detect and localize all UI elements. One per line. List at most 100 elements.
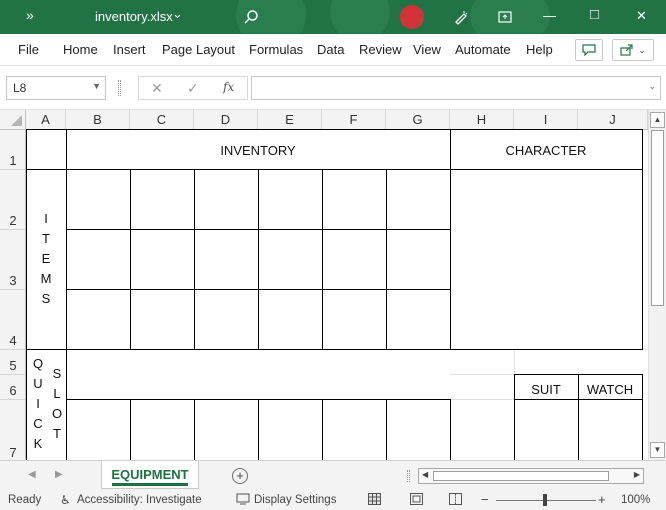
menu-insert[interactable]: Insert (113, 42, 146, 57)
vertical-scroll-thumb[interactable] (651, 130, 664, 306)
add-sheet-button[interactable]: + (232, 468, 248, 484)
name-box-value: L8 (13, 81, 27, 95)
menu-automate[interactable]: Automate (455, 42, 511, 57)
column-header-c[interactable]: C (130, 110, 194, 130)
column-header-j[interactable]: J (578, 110, 648, 130)
name-box-dropdown-icon[interactable]: ▼ (92, 81, 101, 91)
row-header-1[interactable]: 1 (0, 130, 26, 170)
formula-input[interactable]: ⌄ (251, 76, 661, 100)
file-name[interactable]: inventory.xlsx (95, 9, 173, 24)
column-header-b[interactable]: B (66, 110, 130, 130)
page-break-view-icon[interactable] (449, 493, 462, 508)
column-header-e[interactable]: E (258, 110, 322, 130)
row-header-5[interactable]: 5 (0, 350, 26, 375)
worksheet-grid[interactable]: A B C D E F G H I J 1 2 3 4 5 6 7 INVENT… (0, 110, 648, 460)
restore-ribbon-icon[interactable] (494, 6, 516, 28)
resize-handle[interactable] (118, 80, 121, 96)
cell-border (130, 169, 131, 350)
zoom-out-button[interactable]: − (481, 492, 489, 507)
row-header-6[interactable]: 6 (0, 375, 26, 400)
enter-icon[interactable]: ✓ (187, 80, 199, 97)
accessibility-icon: ♿ (60, 493, 71, 507)
menu-review[interactable]: Review (359, 42, 402, 57)
suit-label: SUIT (531, 382, 561, 397)
title-bar: » inventory.xlsx ⌄ — □ ✕ (0, 0, 666, 50)
row-number: 5 (9, 358, 17, 373)
cancel-icon[interactable]: ✕ (151, 80, 163, 97)
menu-file[interactable]: File (18, 42, 39, 57)
slot-letter: L (53, 386, 61, 401)
share-button[interactable]: ⌄ (612, 39, 654, 61)
close-button[interactable]: ✕ (636, 8, 647, 24)
column-header-a[interactable]: A (26, 110, 66, 130)
prev-sheet-icon[interactable]: ◀ (28, 469, 36, 480)
cell-border (66, 289, 451, 290)
status-ready: Ready (8, 494, 42, 506)
column-header-d[interactable]: D (194, 110, 258, 130)
row-header-7[interactable]: 7 (0, 400, 26, 460)
slot-label: S L O T (47, 364, 67, 444)
menu-data[interactable]: Data (317, 42, 344, 57)
column-header-h[interactable]: H (450, 110, 514, 130)
row-number: 1 (9, 153, 17, 168)
row-number: 2 (9, 213, 17, 228)
zoom-in-button[interactable]: + (598, 492, 606, 507)
scroll-down-icon[interactable]: ▼ (650, 442, 665, 458)
cell-border (26, 169, 643, 170)
quick-letter: Q (32, 356, 44, 371)
row-header-3[interactable]: 3 (0, 230, 26, 290)
menu-home[interactable]: Home (63, 42, 98, 57)
gridline (514, 350, 515, 375)
scroll-up-icon[interactable]: ▲ (650, 112, 665, 128)
record-icon[interactable] (400, 5, 424, 29)
name-box[interactable]: L8 ▼ (6, 76, 106, 100)
pen-icon[interactable] (450, 6, 472, 28)
minimize-button[interactable]: — (543, 8, 556, 23)
zoom-slider-thumb[interactable] (543, 494, 547, 506)
insert-function-icon[interactable]: fx (223, 80, 234, 94)
horizontal-scrollbar[interactable]: ◀ ▶ (418, 468, 644, 484)
display-settings[interactable]: Display Settings (254, 494, 336, 506)
cell-border (386, 169, 387, 350)
vertical-scrollbar[interactable]: ▲ ▼ (648, 110, 666, 460)
accessibility-status[interactable]: Accessibility: Investigate (77, 494, 202, 506)
page-layout-view-icon[interactable] (410, 493, 423, 508)
menu-view[interactable]: View (413, 42, 441, 57)
cell-border (194, 169, 195, 350)
horizontal-scroll-thumb[interactable] (433, 471, 609, 481)
filename-dropdown-icon[interactable]: ⌄ (172, 6, 183, 22)
scroll-left-icon[interactable]: ◀ (422, 470, 428, 479)
cell-border (258, 169, 259, 350)
cell-border (26, 129, 643, 130)
menu-page-layout[interactable]: Page Layout (162, 42, 235, 57)
items-letter: S (41, 291, 51, 306)
select-all-button[interactable] (0, 110, 26, 130)
row-header-4[interactable]: 4 (0, 290, 26, 350)
comments-button[interactable] (575, 39, 603, 61)
scroll-right-icon[interactable]: ▶ (634, 470, 640, 479)
row-number: 7 (9, 445, 17, 460)
expand-formula-icon[interactable]: ⌄ (648, 81, 656, 92)
row-header-2[interactable]: 2 (0, 170, 26, 230)
maximize-button[interactable]: □ (590, 6, 599, 23)
quick-access-chevron[interactable]: » (26, 7, 34, 23)
cell-border (258, 399, 259, 460)
tab-splitter[interactable] (407, 470, 410, 482)
column-header-f[interactable]: F (322, 110, 386, 130)
menu-help[interactable]: Help (526, 42, 553, 57)
normal-view-icon[interactable] (368, 493, 381, 508)
column-header-g[interactable]: G (386, 110, 450, 130)
quick-letter: U (33, 376, 43, 391)
menu-formulas[interactable]: Formulas (249, 42, 303, 57)
cell-border (514, 399, 643, 400)
next-sheet-icon[interactable]: ▶ (55, 469, 63, 480)
search-icon[interactable] (240, 6, 262, 28)
formula-bar: L8 ▼ ✕ ✓ fx ⌄ (0, 66, 666, 110)
cell-border (322, 169, 323, 350)
comment-icon (582, 44, 596, 56)
sheet-tab-equipment[interactable]: EQUIPMENT (101, 461, 199, 489)
zoom-level[interactable]: 100% (621, 494, 650, 506)
cell-border (386, 399, 387, 460)
column-header-i[interactable]: I (514, 110, 578, 130)
cell-border (450, 129, 451, 350)
